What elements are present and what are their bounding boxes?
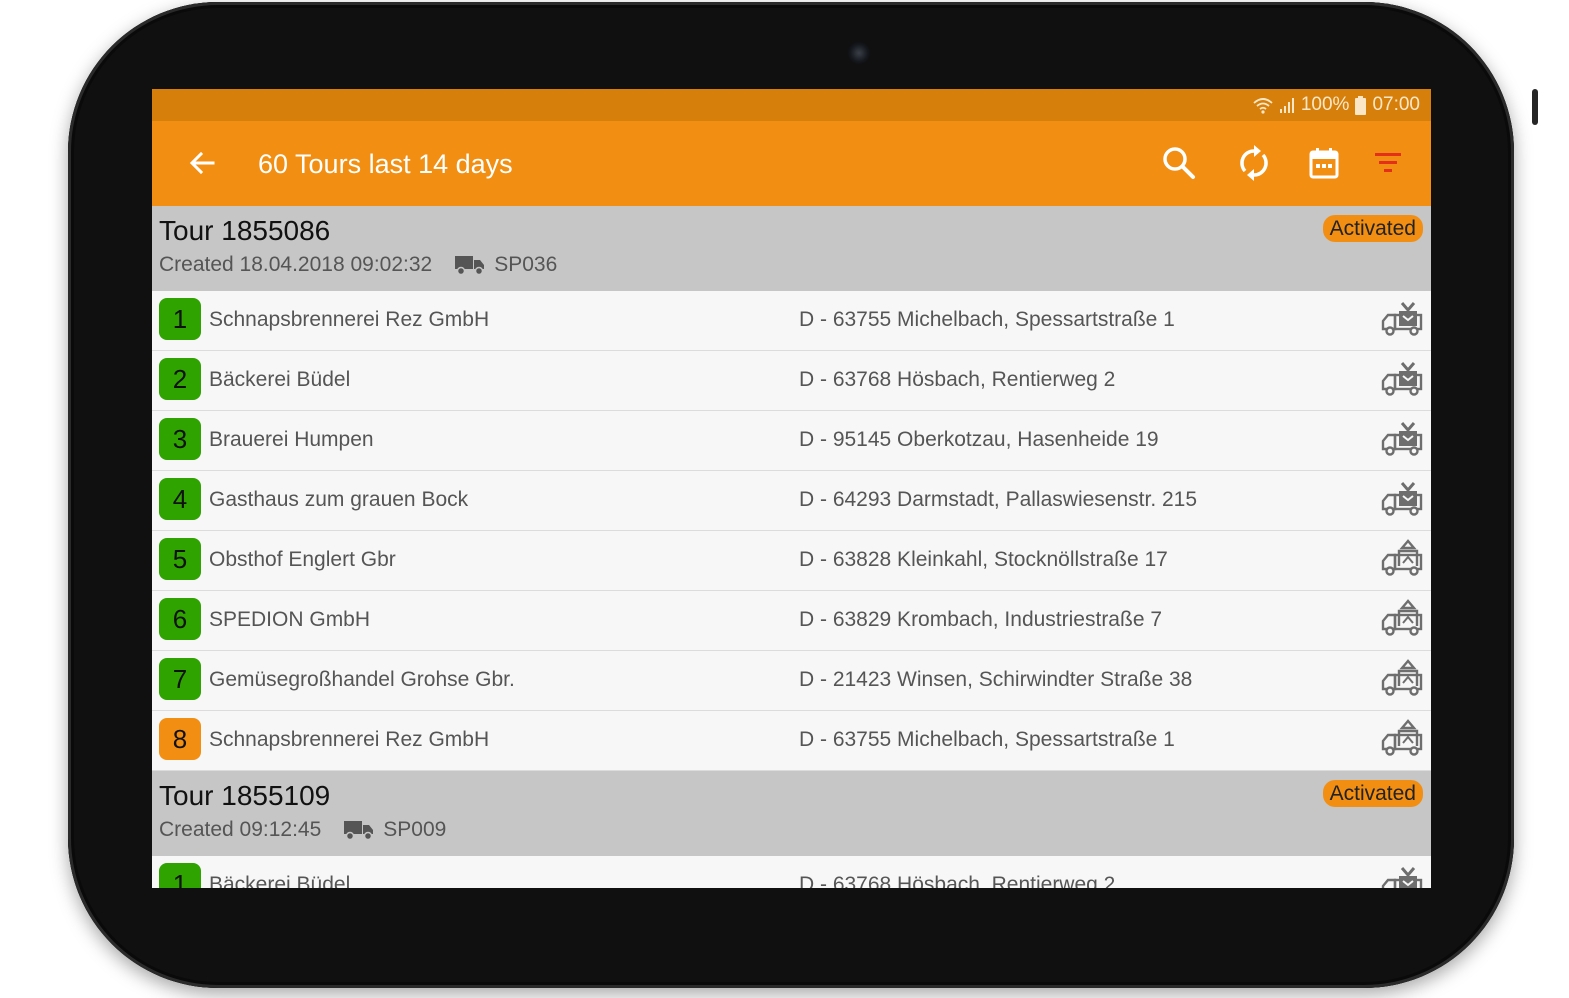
stop-row[interactable]: 8 Schnapsbrennerei Rez GmbH D - 63755 Mich… xyxy=(152,711,1431,771)
battery-percent: 100% xyxy=(1300,94,1350,115)
stop-row[interactable]: 2 Bäckerei Büdel D - 63768 Hösbach, Rentie… xyxy=(152,351,1431,411)
truck-load-icon[interactable] xyxy=(1381,719,1423,759)
stop-name: SPEDION GmbH xyxy=(209,608,371,631)
app-bar: 60 Tours last 14 days xyxy=(152,121,1431,206)
battery-icon xyxy=(1355,95,1367,115)
stop-row[interactable]: 5 Obsthof Englert Gbr D - 63828 Kleinkahl,… xyxy=(152,531,1431,591)
wifi-icon xyxy=(1253,98,1273,114)
tour-meta: Created 09:12:45 SP009 xyxy=(159,816,446,844)
stop-row[interactable]: 6 SPEDION GmbH D - 63829 Krombach, Industr… xyxy=(152,591,1431,651)
status-badge: Activated xyxy=(1322,215,1423,242)
stop-name: Brauerei Humpen xyxy=(209,428,374,451)
stop-row[interactable]: 4 Gasthaus zum grauen Bock D - 64293 Darms… xyxy=(152,471,1431,531)
tour-created: Created 18.04.2018 09:02:32 xyxy=(159,253,433,276)
back-arrow-icon[interactable] xyxy=(186,147,218,179)
truck-icon xyxy=(455,256,485,276)
stop-row[interactable]: 7 Gemüsegroßhandel Grohse Gbr. D - 21423 W… xyxy=(152,651,1431,711)
stop-number: 5 xyxy=(159,538,201,580)
stop-name: Obsthof Englert Gbr xyxy=(209,548,396,571)
stop-name: Schnapsbrennerei Rez GmbH xyxy=(209,308,490,331)
filter-icon[interactable] xyxy=(1368,143,1408,183)
stop-address: D - 63828 Kleinkahl, Stocknöllstraße 17 xyxy=(799,548,1168,571)
truck-load-icon[interactable] xyxy=(1381,599,1423,639)
tour-created: Created 09:12:45 xyxy=(159,818,322,841)
clock: 07:00 xyxy=(1372,94,1420,115)
tour-meta: Created 18.04.2018 09:02:32 SP036 xyxy=(159,251,557,279)
sync-icon[interactable] xyxy=(1234,143,1274,183)
tour-header[interactable]: Tour 1855086 Created 18.04.2018 09:02:32 S… xyxy=(152,206,1431,291)
truck-icon xyxy=(344,821,374,841)
stop-number: 3 xyxy=(159,418,201,460)
stop-address: D - 63755 Michelbach, Spessartstraße 1 xyxy=(799,728,1175,751)
tour-header[interactable]: Tour 1855109 Created 09:12:45 SP009 Activat… xyxy=(152,771,1431,856)
stop-name: Bäckerei Büdel xyxy=(209,368,351,391)
stop-number: 1 xyxy=(159,298,201,340)
stop-address: D - 64293 Darmstadt, Pallaswiesenstr. 21… xyxy=(799,488,1198,511)
stop-name: Gasthaus zum grauen Bock xyxy=(209,488,469,511)
stop-name: Bäckerei Büdel xyxy=(209,873,351,888)
truck-load-icon[interactable] xyxy=(1381,539,1423,579)
stop-address: D - 95145 Oberkotzau, Hasenheide 19 xyxy=(799,428,1159,451)
calendar-icon[interactable] xyxy=(1304,143,1344,183)
signal-icon xyxy=(1279,98,1294,113)
stop-row[interactable]: 1 Schnapsbrennerei Rez GmbH D - 63755 Mich… xyxy=(152,291,1431,351)
stop-row[interactable]: 3 Brauerei Humpen D - 95145 Oberkotzau, Ha… xyxy=(152,411,1431,471)
stop-name: Gemüsegroßhandel Grohse Gbr. xyxy=(209,668,515,691)
side-button xyxy=(1532,89,1538,125)
stop-address: D - 63768 Hösbach, Rentierweg 2 xyxy=(799,368,1116,391)
truck-load-icon[interactable] xyxy=(1381,659,1423,699)
search-icon[interactable] xyxy=(1159,143,1199,183)
front-camera xyxy=(848,42,870,64)
tour-vehicle: SP036 xyxy=(494,253,558,276)
tour-list: Tour 1855086 Created 18.04.2018 09:02:32 S… xyxy=(152,206,1431,888)
stop-number: 2 xyxy=(159,358,201,400)
stop-row[interactable]: 1 Bäckerei Büdel D - 63768 Hösbach, Rentie… xyxy=(152,856,1431,888)
stop-number: 7 xyxy=(159,658,201,700)
stop-address: D - 63829 Krombach, Industriestraße 7 xyxy=(799,608,1163,631)
stop-number: 4 xyxy=(159,478,201,520)
status-bar: 100% 07:00 xyxy=(152,89,1431,121)
stop-number: 1 xyxy=(159,863,201,888)
truck-unload-icon[interactable] xyxy=(1381,479,1423,519)
stop-address: D - 63755 Michelbach, Spessartstraße 1 xyxy=(799,308,1175,331)
truck-unload-icon[interactable] xyxy=(1381,359,1423,399)
status-badge: Activated xyxy=(1322,780,1423,807)
truck-unload-icon[interactable] xyxy=(1381,864,1423,888)
truck-unload-icon[interactable] xyxy=(1381,419,1423,459)
stop-number: 6 xyxy=(159,598,201,640)
stop-address: D - 63768 Hösbach, Rentierweg 2 xyxy=(799,873,1116,888)
page-title: 60 Tours last 14 days xyxy=(258,149,513,179)
stop-number: 8 xyxy=(159,718,201,760)
stop-address: D - 21423 Winsen, Schirwindter Straße 38 xyxy=(799,668,1193,691)
stop-name: Schnapsbrennerei Rez GmbH xyxy=(209,728,490,751)
tour-vehicle: SP009 xyxy=(383,818,447,841)
tour-title: Tour 1855086 xyxy=(159,215,331,246)
tour-title: Tour 1855109 xyxy=(159,780,331,811)
app-screen: 100% 07:00 60 Tours last 14 days Tour 18… xyxy=(152,89,1431,888)
truck-unload-icon[interactable] xyxy=(1381,299,1423,339)
